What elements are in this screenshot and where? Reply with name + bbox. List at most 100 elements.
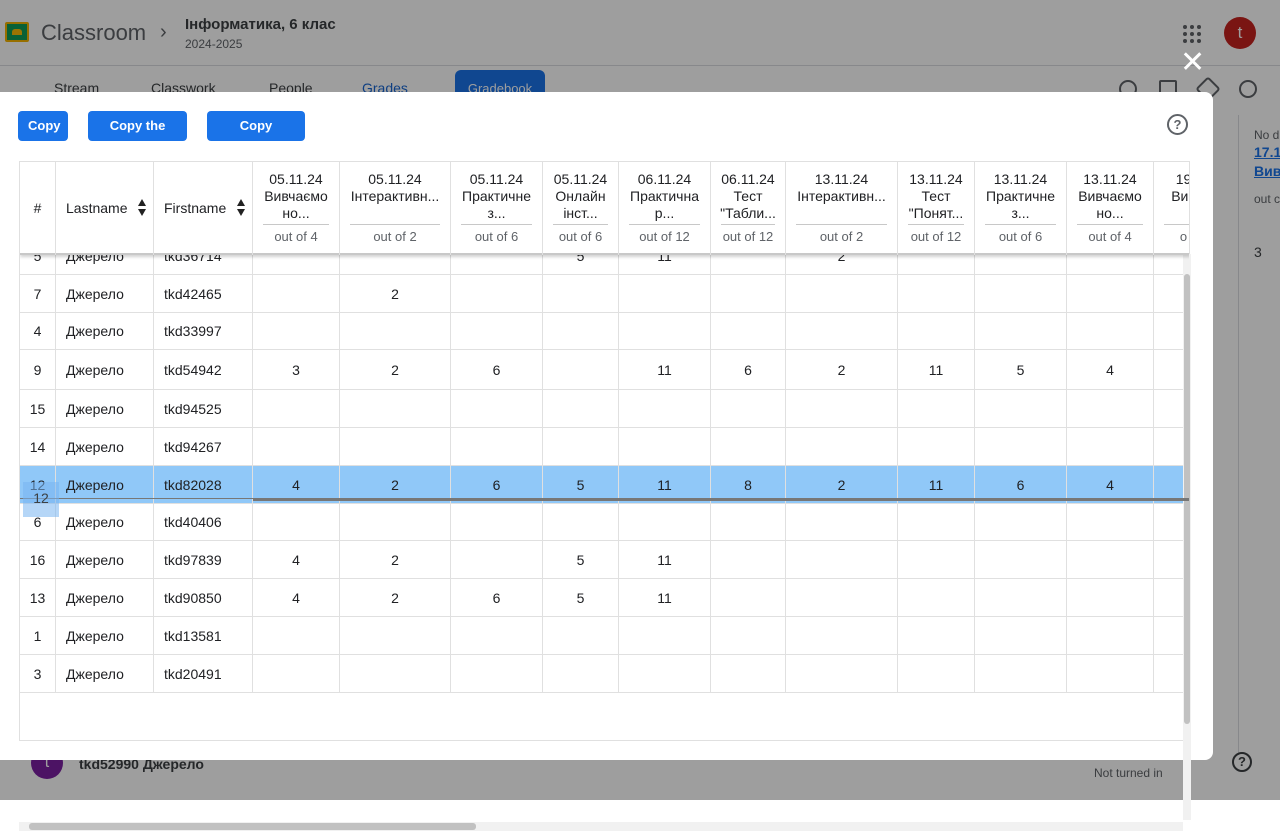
- grade-cell[interactable]: [711, 579, 786, 616]
- grade-cell[interactable]: [451, 313, 543, 349]
- grade-cell[interactable]: [786, 504, 898, 540]
- assignment-column-header[interactable]: 05.11.24 Практичне з... out of 6: [451, 162, 543, 255]
- grade-cell[interactable]: [975, 504, 1067, 540]
- grade-cell[interactable]: 11: [619, 350, 711, 389]
- grade-cell[interactable]: 6: [451, 579, 543, 616]
- grade-cell[interactable]: [786, 617, 898, 654]
- grade-cell[interactable]: [543, 313, 619, 349]
- grade-cell[interactable]: [253, 617, 340, 654]
- table-row[interactable]: 4 Джерело tkd33997: [20, 313, 1189, 350]
- grade-cell[interactable]: [711, 313, 786, 349]
- assignment-column-header[interactable]: 05.11.24 Вивчаємо но... out of 4: [253, 162, 340, 255]
- horizontal-scroll-thumb[interactable]: [29, 823, 476, 830]
- grade-cell[interactable]: 6: [711, 350, 786, 389]
- grade-cell[interactable]: [711, 504, 786, 540]
- grade-cell[interactable]: [898, 617, 975, 654]
- grade-cell[interactable]: [543, 428, 619, 465]
- grade-cell[interactable]: [975, 579, 1067, 616]
- assignment-column-header[interactable]: 05.11.24 Інтерактивн... out of 2: [340, 162, 451, 255]
- grade-cell[interactable]: 4: [253, 579, 340, 616]
- grade-cell[interactable]: [786, 390, 898, 427]
- grade-cell[interactable]: [1067, 275, 1154, 312]
- table-row[interactable]: 15 Джерело tkd94525: [20, 390, 1189, 428]
- close-icon[interactable]: ✕: [1180, 48, 1205, 78]
- grade-cell[interactable]: 5: [543, 541, 619, 578]
- grade-cell[interactable]: [975, 313, 1067, 349]
- grade-cell[interactable]: 2: [340, 579, 451, 616]
- grade-cell[interactable]: [253, 275, 340, 312]
- grade-cell[interactable]: [619, 655, 711, 692]
- grade-cell[interactable]: [543, 350, 619, 389]
- grade-cell[interactable]: [711, 275, 786, 312]
- table-row[interactable]: 3 Джерело tkd20491: [20, 655, 1189, 693]
- table-row[interactable]: 7 Джерело tkd42465 2: [20, 275, 1189, 313]
- grade-cell[interactable]: [711, 428, 786, 465]
- cell-num[interactable]: 14: [20, 428, 56, 465]
- grade-cell[interactable]: 2: [340, 275, 451, 312]
- vertical-scrollbar[interactable]: [1183, 254, 1191, 820]
- grade-cell[interactable]: [975, 655, 1067, 692]
- cell-num[interactable]: 9: [20, 350, 56, 389]
- grade-cell[interactable]: [786, 541, 898, 578]
- grade-cell[interactable]: 11: [898, 350, 975, 389]
- grade-cell[interactable]: [1067, 617, 1154, 654]
- grade-cell[interactable]: [898, 579, 975, 616]
- grade-cell[interactable]: 3: [253, 350, 340, 389]
- grade-cell[interactable]: [253, 313, 340, 349]
- assignment-column-header[interactable]: 13.11.24 Практичне з... out of 6: [975, 162, 1067, 255]
- grade-cell[interactable]: [975, 390, 1067, 427]
- table-row[interactable]: 6 Джерело tkd40406: [20, 504, 1189, 541]
- grade-cell[interactable]: [898, 390, 975, 427]
- grade-cell[interactable]: [786, 428, 898, 465]
- grade-cell[interactable]: [1067, 428, 1154, 465]
- grade-cell[interactable]: [1067, 390, 1154, 427]
- grade-cell[interactable]: [975, 541, 1067, 578]
- grade-cell[interactable]: [711, 541, 786, 578]
- grade-cell[interactable]: [975, 275, 1067, 312]
- grade-cell[interactable]: [619, 617, 711, 654]
- help-icon[interactable]: ?: [1167, 114, 1188, 135]
- grade-cell[interactable]: [451, 541, 543, 578]
- grade-cell[interactable]: [543, 617, 619, 654]
- grade-cell[interactable]: [451, 617, 543, 654]
- grade-cell[interactable]: [711, 617, 786, 654]
- grade-cell[interactable]: [619, 313, 711, 349]
- grade-cell[interactable]: [619, 504, 711, 540]
- grade-cell[interactable]: [975, 428, 1067, 465]
- cell-num[interactable]: 16: [20, 541, 56, 578]
- grade-cell[interactable]: [898, 313, 975, 349]
- table-row[interactable]: 9 Джерело tkd54942 3 2 6 11 6 2 11 5 4: [20, 350, 1189, 390]
- assignment-column-header[interactable]: 13.11.24 Вивчаємо но... out of 4: [1067, 162, 1154, 255]
- grade-cell[interactable]: [451, 275, 543, 312]
- grade-cell[interactable]: [786, 313, 898, 349]
- grade-cell[interactable]: [543, 390, 619, 427]
- grade-cell[interactable]: [340, 617, 451, 654]
- grade-cell[interactable]: [619, 275, 711, 312]
- assignment-column-header[interactable]: 13.11.24 Тест "Понят... out of 12: [898, 162, 975, 255]
- grade-cell[interactable]: [253, 655, 340, 692]
- grade-cell[interactable]: [253, 390, 340, 427]
- copy-average-button[interactable]: Copy average: [207, 111, 305, 163]
- grade-cell[interactable]: [451, 390, 543, 427]
- grade-cell[interactable]: [711, 390, 786, 427]
- grade-cell[interactable]: [1067, 655, 1154, 692]
- grade-cell[interactable]: [253, 504, 340, 540]
- grade-cell[interactable]: 11: [619, 541, 711, 578]
- cell-num[interactable]: 1: [20, 617, 56, 654]
- assignment-column-header[interactable]: 13.11.24 Інтерактивн... out of 2: [786, 162, 898, 255]
- grade-cell[interactable]: [711, 655, 786, 692]
- grade-cell[interactable]: 2: [340, 350, 451, 389]
- grade-cell[interactable]: [975, 617, 1067, 654]
- grade-cell[interactable]: 5: [543, 579, 619, 616]
- assignment-column-header[interactable]: 19Вив o: [1154, 162, 1189, 255]
- grade-cell[interactable]: [619, 428, 711, 465]
- horizontal-scrollbar[interactable]: [19, 822, 1183, 831]
- grade-cell[interactable]: [451, 504, 543, 540]
- grade-cell[interactable]: 2: [340, 541, 451, 578]
- grade-cell[interactable]: [898, 541, 975, 578]
- grade-cell[interactable]: [340, 313, 451, 349]
- grade-cell[interactable]: [786, 579, 898, 616]
- grade-cell[interactable]: [340, 504, 451, 540]
- grade-cell[interactable]: [1067, 541, 1154, 578]
- grade-cell[interactable]: [619, 390, 711, 427]
